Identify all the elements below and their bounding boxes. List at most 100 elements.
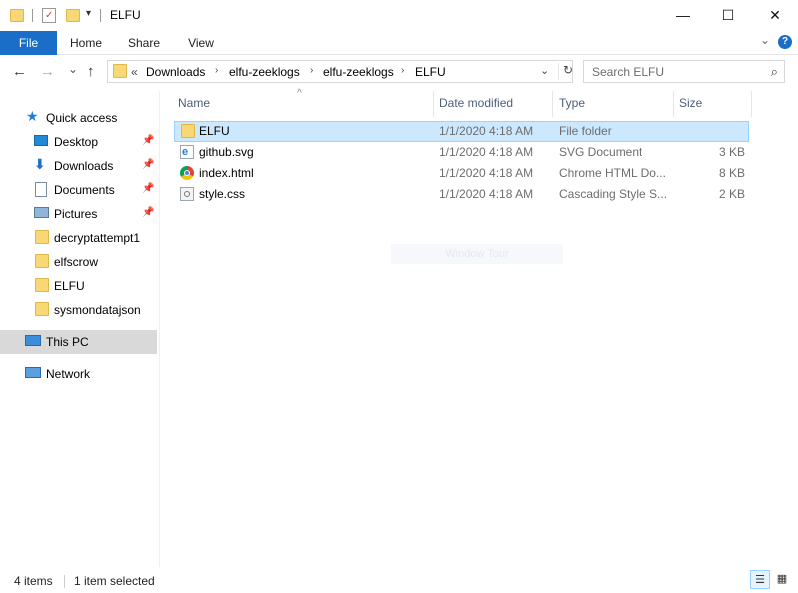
- file-date-modified: 1/1/2020 4:18 AM: [439, 145, 534, 159]
- star-icon: ★: [26, 108, 39, 124]
- column-divider[interactable]: [751, 91, 752, 117]
- file-row-elfu[interactable]: ELFU 1/1/2020 4:18 AM File folder: [174, 121, 749, 142]
- tab-view[interactable]: View: [176, 31, 226, 55]
- sidebar-item-label: Network: [46, 367, 91, 381]
- selection-status: 1 item selected: [74, 574, 155, 588]
- close-button[interactable]: ✕: [752, 0, 798, 30]
- large-icons-view-button[interactable]: ▦: [772, 570, 792, 589]
- navigation-bar: ← → ⌄ ↑ « Downloads › elfu-zeeklogs › el…: [0, 55, 798, 91]
- tab-share[interactable]: Share: [118, 31, 170, 55]
- breadcrumb-separator[interactable]: ›: [215, 65, 218, 76]
- sidebar-item-elfu[interactable]: ELFU: [0, 274, 157, 298]
- breadcrumb-item[interactable]: elfu-zeeklogs: [323, 65, 394, 79]
- sidebar-item-this-pc[interactable]: This PC: [0, 330, 157, 354]
- column-divider[interactable]: [433, 91, 434, 117]
- breadcrumb-item[interactable]: Downloads: [146, 65, 205, 79]
- file-type: File folder: [559, 124, 612, 138]
- sidebar-item-sysmondatajson[interactable]: sysmondatajson: [0, 298, 157, 322]
- sidebar-item-documents[interactable]: Documents 📌: [0, 178, 157, 202]
- search-input[interactable]: Search ELFU: [592, 65, 664, 79]
- breadcrumb-overflow[interactable]: «: [131, 65, 138, 79]
- network-icon: [25, 367, 41, 378]
- navigation-pane: ★ Quick access Desktop 📌 ⬇ Downloads 📌 D…: [0, 91, 160, 567]
- file-row-github-svg[interactable]: e github.svg 1/1/2020 4:18 AM SVG Docume…: [174, 142, 749, 163]
- sidebar-item-downloads[interactable]: ⬇ Downloads 📌: [0, 154, 157, 178]
- file-name: index.html: [199, 166, 254, 180]
- sidebar-item-label: elfscrow: [54, 255, 99, 269]
- title-divider: [100, 9, 101, 22]
- column-divider[interactable]: [552, 91, 553, 117]
- sidebar-item-label: sysmondatajson: [54, 303, 141, 317]
- details-view-button[interactable]: ☰: [750, 570, 770, 589]
- column-header-size[interactable]: Size: [679, 96, 702, 110]
- sidebar-item-label: decryptattempt1: [54, 231, 141, 245]
- sidebar-item-pictures[interactable]: Pictures 📌: [0, 202, 157, 226]
- chrome-icon: [180, 166, 194, 180]
- pin-icon: 📌: [142, 183, 155, 194]
- search-icon[interactable]: ⌕: [771, 64, 778, 80]
- sidebar-item-label: This PC: [46, 335, 89, 349]
- file-date-modified: 1/1/2020 4:18 AM: [439, 166, 534, 180]
- address-history-dropdown[interactable]: ⌄: [540, 64, 549, 77]
- breadcrumb-separator[interactable]: ›: [401, 65, 404, 76]
- sidebar-item-label: Desktop: [54, 135, 99, 149]
- folder-icon: [181, 124, 195, 138]
- sidebar-item-desktop[interactable]: Desktop 📌: [0, 130, 157, 154]
- maximize-button[interactable]: ☐: [705, 0, 751, 30]
- column-headers: ^ Name Date modified Type Size: [161, 88, 798, 117]
- ribbon-tabs: File Home Share View ⌄ ?: [0, 31, 798, 55]
- css-file-icon: [180, 187, 194, 201]
- back-button[interactable]: ←: [12, 63, 27, 80]
- folder-icon: [10, 9, 24, 22]
- file-type: SVG Document: [559, 145, 643, 159]
- toolbar-divider: [32, 9, 33, 22]
- pictures-icon: [34, 207, 49, 218]
- computer-icon: [25, 335, 41, 346]
- refresh-button[interactable]: ↻: [558, 63, 573, 80]
- file-row-style-css[interactable]: style.css 1/1/2020 4:18 AM Cascading Sty…: [174, 184, 749, 205]
- folder-icon: [35, 302, 49, 316]
- downloads-icon: ⬇: [34, 156, 46, 172]
- sidebar-item-decryptattempt1[interactable]: decryptattempt1: [0, 226, 157, 250]
- customize-toolbar-dropdown-icon[interactable]: ▾: [86, 8, 91, 19]
- help-icon[interactable]: ?: [778, 35, 792, 49]
- file-size: 2 KB: [718, 187, 745, 201]
- column-header-type[interactable]: Type: [559, 96, 585, 110]
- column-header-name[interactable]: Name: [178, 96, 210, 110]
- properties-icon[interactable]: ✓: [42, 8, 56, 23]
- breadcrumb-separator[interactable]: ›: [310, 65, 313, 76]
- tab-home[interactable]: Home: [60, 31, 112, 55]
- file-name: style.css: [199, 187, 246, 201]
- title-bar: ✓ ▾ ELFU — ☐ ✕: [0, 0, 798, 32]
- minimize-button[interactable]: —: [660, 0, 706, 30]
- file-list: ^ Name Date modified Type Size ELFU 1/1/…: [161, 88, 798, 567]
- file-row-index-html[interactable]: index.html 1/1/2020 4:18 AM Chrome HTML …: [174, 163, 749, 184]
- file-date-modified: 1/1/2020 4:18 AM: [439, 124, 534, 138]
- item-count: 4 items: [14, 574, 53, 588]
- sort-ascending-icon: ^: [297, 88, 302, 99]
- address-bar[interactable]: « Downloads › elfu-zeeklogs › elfu-zeekl…: [107, 60, 573, 83]
- ie-document-icon: e: [180, 145, 194, 159]
- recent-locations-dropdown[interactable]: ⌄: [68, 62, 78, 76]
- tab-file[interactable]: File: [0, 31, 57, 55]
- column-divider[interactable]: [673, 91, 674, 117]
- sidebar-item-network[interactable]: Network: [0, 362, 157, 386]
- breadcrumb-item[interactable]: elfu-zeeklogs: [229, 65, 300, 79]
- new-folder-icon[interactable]: [66, 9, 80, 22]
- sidebar-item-label: ELFU: [54, 279, 85, 293]
- forward-button[interactable]: →: [40, 63, 55, 80]
- sidebar-item-elfscrow[interactable]: elfscrow: [0, 250, 157, 274]
- folder-icon: [35, 230, 49, 244]
- sidebar-item-quick-access[interactable]: ★ Quick access: [0, 106, 157, 130]
- column-header-date-modified[interactable]: Date modified: [439, 96, 513, 110]
- status-bar: 4 items 1 item selected ☰ ▦: [0, 567, 798, 593]
- documents-icon: [35, 182, 47, 197]
- expand-ribbon-icon[interactable]: ⌄: [760, 33, 770, 47]
- file-name: github.svg: [199, 145, 254, 159]
- sidebar-item-label: Downloads: [54, 159, 114, 173]
- breadcrumb-item[interactable]: ELFU: [415, 65, 446, 79]
- file-type: Chrome HTML Do...: [559, 166, 666, 180]
- file-size: 8 KB: [718, 166, 745, 180]
- up-button[interactable]: ↑: [87, 63, 95, 80]
- search-box[interactable]: Search ELFU ⌕: [583, 60, 785, 83]
